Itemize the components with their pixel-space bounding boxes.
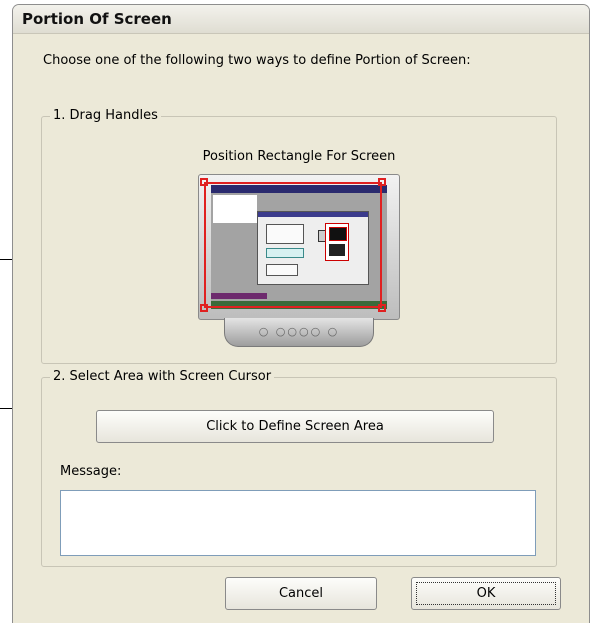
- drag-handle-bottom-left[interactable]: [200, 304, 208, 312]
- monitor-preview[interactable]: ○ ○○○○ ○: [194, 174, 402, 352]
- portion-of-screen-dialog: Portion Of Screen Choose one of the foll…: [12, 4, 590, 623]
- instruction-text: Choose one of the following two ways to …: [43, 53, 471, 68]
- title-bar[interactable]: Portion Of Screen: [13, 5, 589, 34]
- message-field: [60, 490, 536, 556]
- ok-button[interactable]: OK: [411, 577, 561, 610]
- drag-handles-group: 1. Drag Handles Position Rectangle For S…: [41, 108, 557, 364]
- select-area-legend: 2. Select Area with Screen Cursor: [50, 369, 275, 384]
- drag-handle-bottom-right[interactable]: [378, 304, 386, 312]
- ok-button-label: OK: [476, 586, 496, 601]
- select-area-group: 2. Select Area with Screen Cursor Click …: [41, 369, 557, 567]
- drag-handle-top-right[interactable]: [378, 178, 386, 186]
- dialog-title: Portion Of Screen: [22, 10, 172, 28]
- cancel-button[interactable]: Cancel: [225, 577, 377, 610]
- message-label: Message:: [60, 464, 122, 479]
- monitor-stand: ○ ○○○○ ○: [224, 318, 374, 347]
- drag-handles-legend: 1. Drag Handles: [50, 108, 161, 123]
- position-rectangle-label: Position Rectangle For Screen: [202, 149, 396, 164]
- define-screen-area-button[interactable]: Click to Define Screen Area: [96, 410, 494, 443]
- drag-handle-top-left[interactable]: [200, 178, 208, 186]
- monitor-buttons-icon: ○ ○○○○ ○: [258, 325, 340, 338]
- selection-rectangle[interactable]: [204, 182, 382, 308]
